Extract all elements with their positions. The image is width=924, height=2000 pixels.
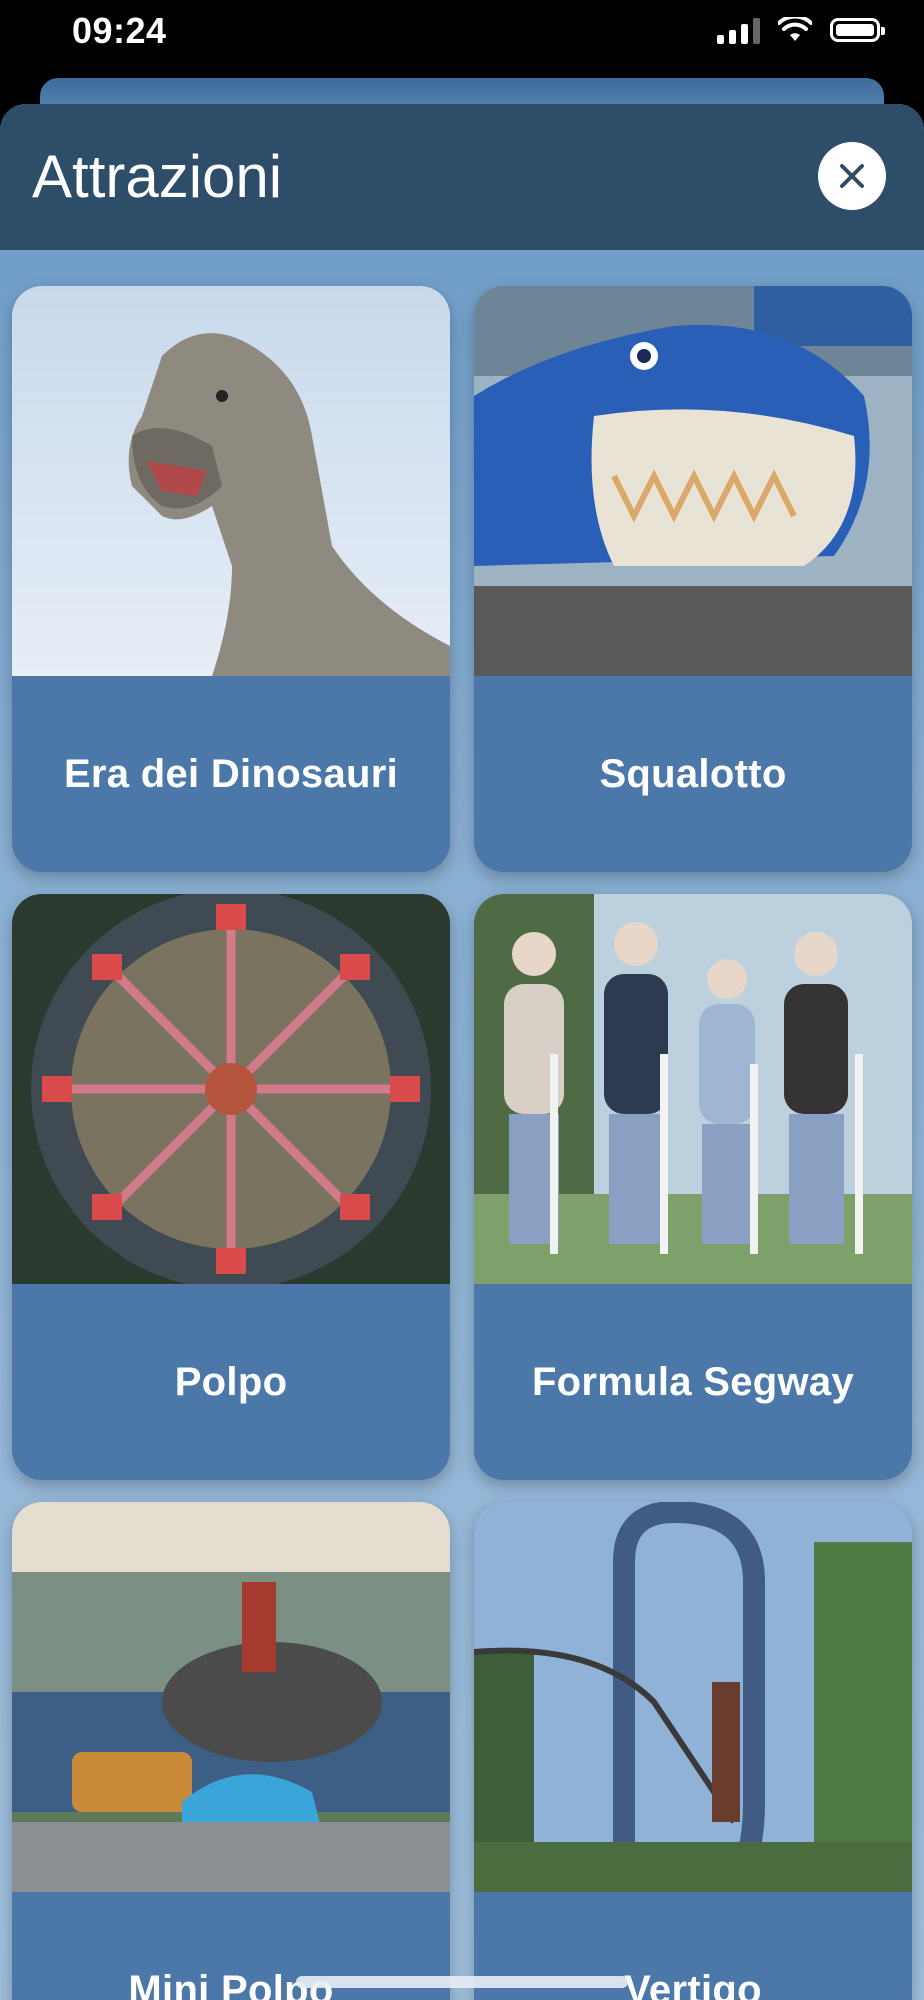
attraction-name: Formula Segway	[531, 1359, 855, 1404]
status-icons	[717, 16, 885, 44]
close-button[interactable]	[818, 142, 886, 210]
battery-icon	[830, 18, 885, 42]
attraction-card[interactable]: Polpo	[12, 894, 450, 1480]
attraction-card[interactable]: Formula Segway	[474, 894, 912, 1480]
attraction-card[interactable]: Mini Polpo	[12, 1502, 450, 2000]
status-time: 09:24	[72, 10, 167, 51]
close-icon	[840, 164, 864, 188]
home-indicator[interactable]	[296, 1976, 628, 1988]
modal-title: Attrazioni	[32, 143, 283, 210]
attraction-card[interactable]: Vertigo	[474, 1502, 912, 2000]
attraction-name: Era dei Dinosauri	[63, 751, 399, 796]
modal-header: Attrazioni	[0, 104, 924, 250]
mini-octopus-ride-photo	[12, 1502, 450, 1892]
attraction-name: Squalotto	[599, 751, 787, 796]
shark-coaster-photo	[474, 286, 912, 676]
status-bar: 09:24	[0, 0, 924, 78]
attraction-card[interactable]: Era dei Dinosauri	[12, 286, 450, 872]
attractions-modal: Attrazioni Era dei Dinosauri Squalotto P…	[0, 104, 924, 2000]
cellular-signal-icon	[717, 16, 760, 44]
segway-group-photo	[474, 894, 912, 1284]
loop-coaster-photo	[474, 1502, 912, 1892]
wifi-icon	[778, 17, 812, 41]
dinosaur-photo	[12, 286, 450, 676]
attraction-name: Polpo	[174, 1359, 288, 1404]
octopus-ride-photo	[12, 894, 450, 1284]
attraction-card[interactable]: Squalotto	[474, 286, 912, 872]
